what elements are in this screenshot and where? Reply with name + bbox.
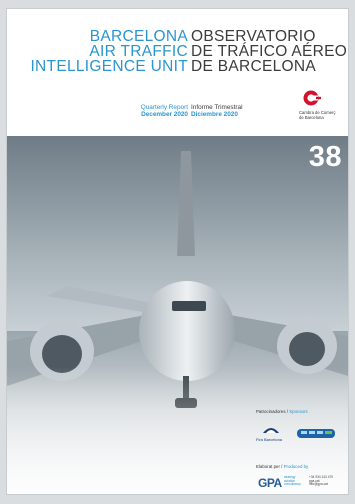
title-es-line-2: DE TRÁFICO AÉREO <box>191 43 348 60</box>
report-date-es: Diciembre 2020 <box>191 111 238 118</box>
report-info-english: Quarterly Report December 2020 <box>141 104 188 118</box>
produced-label-en: Produced by <box>283 464 309 469</box>
sponsor-fira-logo: Fira Barcelona <box>256 423 286 443</box>
cover-page: BARCELONA AIR TRAFFIC INTELLIGENCE UNIT … <box>7 9 348 494</box>
title-en-line-3: INTELLIGENCE UNIT <box>30 58 188 75</box>
report-label-en: Quarterly Report <box>140 104 188 111</box>
title-en-line-2: AIR TRAFFIC <box>89 43 188 60</box>
title-en-line-1: BARCELONA <box>89 28 188 45</box>
sponsor-logo-icon <box>263 428 279 433</box>
gpa-logo: GPA <box>258 476 282 490</box>
gpa-contact: +34 934 143 470 gpa.cat info@gpa.cat <box>309 475 343 487</box>
cambra-logo-icon <box>303 90 321 106</box>
cover-header: BARCELONA AIR TRAFFIC INTELLIGENCE UNIT … <box>7 9 348 136</box>
report-info-spanish: Informe Trimestral Diciembre 2020 <box>191 104 243 118</box>
gpa-tag-3: consultancy <box>284 482 301 487</box>
sponsors-label: Patrocinadores / Sponsors <box>256 409 308 414</box>
gpa-email: info@gpa.cat <box>309 482 328 487</box>
report-label-es: Informe Trimestral <box>191 104 243 111</box>
publisher-name: Cambra de Comerç de Barcelona <box>299 110 347 120</box>
produced-label-ca: Elaborat per / <box>256 464 284 469</box>
title-es-line-3: DE BARCELONA <box>191 58 317 75</box>
title-english: BARCELONA AIR TRAFFIC INTELLIGENCE UNIT <box>30 28 188 75</box>
publisher-line-2: de Barcelona <box>299 115 324 120</box>
title-spanish: OBSERVATORIO DE TRÁFICO AÉREO DE BARCELO… <box>191 28 348 75</box>
title-es-line-1: OBSERVATORIO <box>191 28 316 45</box>
airplane-photo <box>7 136 348 494</box>
sponsor-1-name: Fira Barcelona <box>256 437 283 442</box>
issue-number: 38 <box>308 141 342 173</box>
gpa-tagline: strategy aviation consultancy <box>284 475 306 487</box>
report-date-en: December 2020 <box>141 111 188 118</box>
sponsors-label-en: Sponsors <box>289 409 308 414</box>
sponsors-label-ca: Patrocinadores / <box>256 409 290 414</box>
train-icon <box>297 429 335 438</box>
sponsor-train-logo <box>296 427 336 440</box>
produced-by-label: Elaborat per / Produced by <box>256 464 308 469</box>
